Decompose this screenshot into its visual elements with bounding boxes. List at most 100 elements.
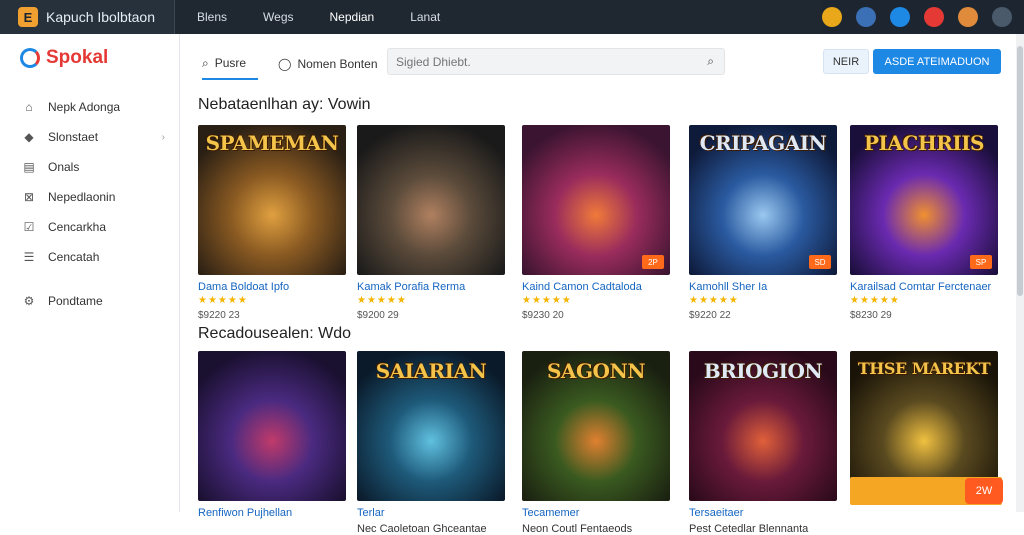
tab-pusre[interactable]: ⌕ Pusre bbox=[202, 48, 258, 80]
sidebar-item-0[interactable]: ⌂ Nepk Adonga bbox=[0, 92, 179, 122]
secondary-button[interactable]: NEIR bbox=[823, 49, 869, 74]
app-logo-icon: E bbox=[18, 7, 38, 27]
search-box[interactable]: ⌕ bbox=[387, 48, 725, 75]
game-title[interactable]: Tecamemer bbox=[522, 507, 670, 519]
sidebar-item-label: Slonstaet bbox=[48, 130, 99, 144]
sidebar-item-3[interactable]: ⊠ Nepedlaonin bbox=[0, 182, 179, 212]
game-title[interactable]: Renfiwon Pujhellan bbox=[198, 507, 346, 519]
game-card[interactable]: PIACHRIIS SP Karailsad Comtar Ferctenaer ★★… bbox=[850, 125, 998, 321]
game-title[interactable]: Terlar bbox=[357, 507, 505, 519]
game-card[interactable]: SAGONN Tecamemer Neon Coutl Fentaeods bbox=[522, 351, 670, 535]
tab-label: Nomen Bonten bbox=[297, 57, 378, 71]
game-logo-text: SPAMEMAN bbox=[205, 131, 339, 155]
game-meta: $9230 20 bbox=[522, 310, 564, 321]
nav-item-wegs[interactable]: Wegs bbox=[263, 10, 293, 24]
rating-stars: ★★★★★ bbox=[850, 295, 900, 306]
sidebar-brand[interactable]: Spokal bbox=[0, 34, 179, 82]
game-meta: $8230 29 bbox=[850, 310, 892, 321]
search-icon: ⌕ bbox=[202, 55, 209, 70]
game-logo-text: BRIOGION bbox=[703, 359, 823, 383]
game-thumbnail[interactable]: CRIPAGAIN SD bbox=[689, 125, 837, 275]
top-icons bbox=[822, 0, 1024, 34]
chat-icon: ◯ bbox=[278, 57, 292, 71]
notification-icon[interactable] bbox=[924, 7, 944, 27]
sidebar-item-label: Cencatah bbox=[48, 250, 100, 264]
sidebar-list: ⌂ Nepk Adonga ◆ Slonstaet › ▤ Onals ⊠ Nepedla… bbox=[0, 92, 179, 316]
scrollbar-thumb[interactable] bbox=[1017, 46, 1023, 296]
tab-label: Pusre bbox=[214, 56, 247, 70]
game-title[interactable]: Kamak Porafia Rerma bbox=[357, 281, 505, 293]
game-title[interactable]: Dama Boldoat Ipfo bbox=[198, 281, 346, 293]
game-card[interactable]: SAIARIAN Terlar Nec Caoletoan Ghceantae bbox=[357, 351, 505, 535]
game-title[interactable]: Kamohll Sher Ia bbox=[689, 281, 837, 293]
top-bar: E Kapuch Ibolbtaon Blens Wegs Nepdian La… bbox=[0, 0, 1024, 34]
game-thumbnail[interactable] bbox=[357, 125, 505, 275]
section-title: Recadousealen: Wdo bbox=[198, 325, 351, 342]
game-logo-text: PIACHRIIS bbox=[863, 131, 985, 155]
game-thumbnail[interactable]: SAIARIAN bbox=[357, 351, 505, 501]
game-title[interactable]: Karailsad Comtar Ferctenaer bbox=[850, 281, 998, 293]
nav-item-nepdian[interactable]: Nepdian bbox=[330, 10, 375, 24]
game-card[interactable]: BRIOGION Tersaeitaer Pest Cetedlar Blennan… bbox=[689, 351, 837, 535]
section-title: Nebataenlhan ay: Vowin bbox=[198, 96, 371, 113]
avatar-icon[interactable] bbox=[992, 7, 1012, 27]
rating-stars: ★★★★★ bbox=[357, 295, 407, 306]
game-badge: 2P bbox=[642, 255, 664, 269]
game-card[interactable]: Kamak Porafia Rerma ★★★★★ $9200 29 bbox=[357, 125, 505, 321]
game-meta: $9200 29 bbox=[357, 310, 399, 321]
game-meta: $9220 22 bbox=[689, 310, 731, 321]
app-icon[interactable] bbox=[890, 7, 910, 27]
document-icon: ▤ bbox=[23, 160, 35, 174]
game-thumbnail[interactable]: SPAMEMAN bbox=[198, 125, 346, 275]
user-badge-icon[interactable] bbox=[822, 7, 842, 27]
home-icon: ⌂ bbox=[25, 100, 33, 114]
game-thumbnail[interactable]: 2P bbox=[522, 125, 670, 275]
game-logo-text: CRIPAGAIN bbox=[699, 131, 827, 155]
game-thumbnail[interactable]: BRIOGION bbox=[689, 351, 837, 501]
app-title: Kapuch Ibolbtaon bbox=[46, 9, 155, 25]
game-meta: Nec Caoletoan Ghceantae bbox=[357, 523, 487, 535]
tag-icon: ◆ bbox=[24, 130, 34, 144]
sidebar-item-2[interactable]: ▤ Onals bbox=[0, 152, 179, 182]
game-card[interactable]: SPAMEMAN Dama Boldoat Ipfo ★★★★★ $9220 23 bbox=[198, 125, 346, 321]
sidebar-item-5[interactable]: ☰ Cencatah bbox=[0, 242, 179, 272]
profile-icon[interactable] bbox=[958, 7, 978, 27]
content-header: ⌕ Pusre ◯ Nomen Bonten ⌕ NEIR ASDE ATEIMAD… bbox=[180, 34, 1016, 90]
game-title[interactable]: Kaind Camon Cadtaloda bbox=[522, 281, 670, 293]
scrollbar[interactable] bbox=[1016, 34, 1024, 512]
tab-nomen-bonten[interactable]: ◯ Nomen Bonten bbox=[278, 48, 378, 80]
search-icon[interactable]: ⌕ bbox=[707, 54, 714, 69]
game-title[interactable]: Tersaeitaer bbox=[689, 507, 837, 519]
sidebar-item-settings[interactable]: ⚙ Pondtame bbox=[0, 286, 179, 316]
sidebar-item-4[interactable]: ☑ Cencarkha bbox=[0, 212, 179, 242]
game-art bbox=[198, 351, 346, 501]
check-icon: ☑ bbox=[23, 220, 35, 234]
brand-name: Spokal bbox=[46, 47, 109, 68]
sidebar-item-label: Nepk Adonga bbox=[48, 100, 121, 114]
game-badge: SP bbox=[970, 255, 992, 269]
game-card[interactable]: CRIPAGAIN SD Kamohll Sher Ia ★★★★★ $9220 22 bbox=[689, 125, 837, 321]
search-input[interactable] bbox=[396, 54, 686, 69]
game-thumbnail[interactable]: SAGONN bbox=[522, 351, 670, 501]
game-card[interactable]: Renfiwon Pujhellan bbox=[198, 351, 346, 523]
promo-button[interactable]: 2W bbox=[965, 478, 1003, 504]
top-nav: Blens Wegs Nepdian Lanat bbox=[175, 0, 822, 34]
game-thumbnail[interactable]: PIACHRIIS SP bbox=[850, 125, 998, 275]
sidebar-item-label: Nepedlaonin bbox=[48, 190, 116, 204]
sidebar-item-label: Cencarkha bbox=[48, 220, 107, 234]
primary-button[interactable]: ASDE ATEIMADUON bbox=[873, 49, 1001, 74]
sidebar: Spokal ⌂ Nepk Adonga ◆ Slonstaet › ▤ Onals ⊠… bbox=[0, 34, 180, 512]
brand-logo-icon bbox=[20, 48, 40, 68]
globe-icon[interactable] bbox=[856, 7, 876, 27]
app-brand[interactable]: E Kapuch Ibolbtaon bbox=[0, 0, 175, 34]
rating-stars: ★★★★★ bbox=[689, 295, 739, 306]
sidebar-item-label: Pondtame bbox=[48, 294, 103, 308]
game-thumbnail[interactable] bbox=[198, 351, 346, 501]
grid-icon: ⊠ bbox=[23, 190, 35, 204]
nav-item-lanat[interactable]: Lanat bbox=[410, 10, 440, 24]
game-meta: Pest Cetedlar Blennanta bbox=[689, 523, 809, 535]
game-card[interactable]: 2P Kaind Camon Cadtaloda ★★★★★ $9230 20 bbox=[522, 125, 670, 321]
nav-item-blens[interactable]: Blens bbox=[197, 10, 227, 24]
sidebar-item-1[interactable]: ◆ Slonstaet › bbox=[0, 122, 179, 152]
